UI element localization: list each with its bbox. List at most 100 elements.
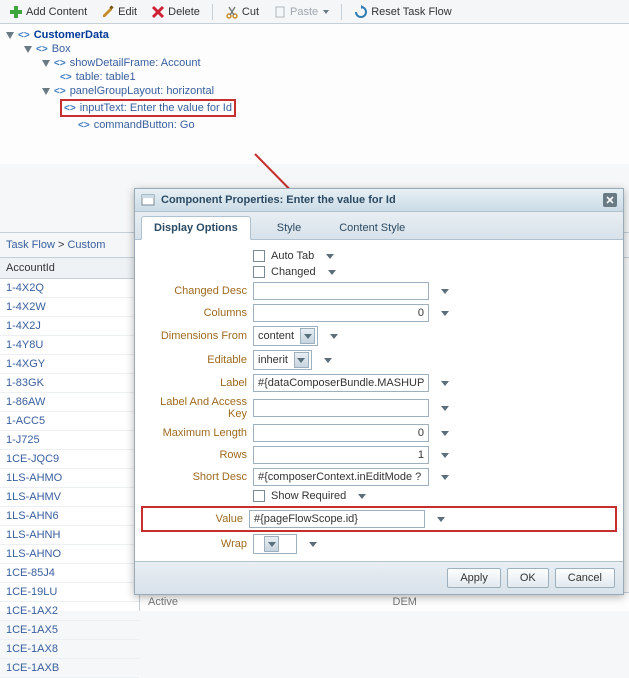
scissors-icon bbox=[225, 5, 239, 19]
table-row[interactable]: 1CE-1AX2 bbox=[0, 602, 139, 621]
dialog-titlebar[interactable]: Component Properties: Enter the value fo… bbox=[135, 189, 623, 212]
table-row[interactable]: 1CE-85J4 bbox=[0, 564, 139, 583]
expression-menu-button[interactable] bbox=[441, 289, 449, 294]
expression-menu-button[interactable] bbox=[441, 453, 449, 458]
dialog-title: Component Properties: Enter the value fo… bbox=[161, 194, 396, 206]
tree-node-showdetail[interactable]: <> showDetailFrame: Account bbox=[42, 56, 623, 70]
tree-node-pgl[interactable]: <> panelGroupLayout: horizontal bbox=[42, 84, 623, 98]
expand-icon[interactable] bbox=[42, 60, 50, 67]
tree-node-box[interactable]: <> Box bbox=[24, 42, 623, 56]
expression-menu-button[interactable] bbox=[330, 334, 338, 339]
toolbar-label: Delete bbox=[168, 6, 200, 18]
wrap-select[interactable] bbox=[253, 534, 297, 554]
expand-icon[interactable] bbox=[42, 88, 50, 95]
breadcrumb-current[interactable]: Custom bbox=[67, 239, 105, 251]
column-header[interactable]: DEM bbox=[385, 593, 629, 611]
table-row[interactable]: 1-83GK bbox=[0, 374, 139, 393]
tag-icon: <> bbox=[60, 72, 72, 83]
expression-menu-button[interactable] bbox=[324, 358, 332, 363]
close-button[interactable] bbox=[603, 193, 617, 207]
clipboard-icon bbox=[273, 5, 287, 19]
table-row[interactable]: 1LS-AHN6 bbox=[0, 507, 139, 526]
rows-input[interactable] bbox=[253, 446, 429, 464]
table-row[interactable]: 1-4XGY bbox=[0, 355, 139, 374]
tree-label[interactable]: commandButton: Go bbox=[94, 119, 195, 131]
tree-label[interactable]: inputText: Enter the value for Id bbox=[80, 102, 232, 114]
cut-button[interactable]: Cut bbox=[220, 3, 264, 21]
expand-icon[interactable] bbox=[24, 46, 32, 53]
table-row[interactable]: 1-4X2W bbox=[0, 298, 139, 317]
tree-label[interactable]: table: table1 bbox=[76, 71, 136, 83]
value-input[interactable] bbox=[249, 510, 425, 528]
label-input[interactable] bbox=[253, 374, 429, 392]
table-row[interactable]: 1-ACC5 bbox=[0, 412, 139, 431]
delete-button[interactable]: Delete bbox=[146, 3, 205, 21]
expression-menu-button[interactable] bbox=[309, 542, 317, 547]
apply-button[interactable]: Apply bbox=[447, 568, 501, 588]
checkbox-label: Changed bbox=[271, 266, 316, 278]
table-row[interactable]: 1CE-1AX8 bbox=[0, 640, 139, 659]
tree-label[interactable]: showDetailFrame: Account bbox=[70, 57, 201, 69]
tree-label[interactable]: Box bbox=[52, 43, 71, 55]
expression-menu-button[interactable] bbox=[441, 406, 449, 411]
table-row[interactable]: 1-86AW bbox=[0, 393, 139, 412]
field-label: Editable bbox=[143, 354, 253, 366]
field-label: Wrap bbox=[143, 538, 253, 550]
chevron-down-icon bbox=[294, 352, 309, 368]
max-length-input[interactable] bbox=[253, 424, 429, 442]
column-header[interactable]: Active bbox=[140, 593, 385, 611]
table-row[interactable]: 1CE-JQC9 bbox=[0, 450, 139, 469]
expression-menu-button[interactable] bbox=[328, 270, 336, 275]
changed-desc-input[interactable] bbox=[253, 282, 429, 300]
tab-content-style[interactable]: Content Style bbox=[327, 217, 417, 239]
table-row[interactable]: 1-4Y8U bbox=[0, 336, 139, 355]
changed-checkbox[interactable] bbox=[253, 266, 265, 278]
auto-tab-checkbox[interactable] bbox=[253, 250, 265, 262]
tab-display-options[interactable]: Display Options bbox=[141, 216, 251, 240]
label-access-input[interactable] bbox=[253, 399, 429, 417]
expression-menu-button[interactable] bbox=[326, 254, 334, 259]
expression-menu-button[interactable] bbox=[441, 475, 449, 480]
tree-node-cmdbutton[interactable]: <> commandButton: Go bbox=[78, 118, 623, 132]
tree-node-inputtext[interactable]: <> inputText: Enter the value for Id bbox=[60, 98, 623, 118]
ok-button[interactable]: OK bbox=[507, 568, 549, 588]
table-row[interactable]: 1CE-1AX5 bbox=[0, 621, 139, 640]
expression-menu-button[interactable] bbox=[441, 431, 449, 436]
column-header[interactable]: AccountId bbox=[0, 258, 139, 279]
expression-menu-button[interactable] bbox=[441, 311, 449, 316]
table-row[interactable]: 1-4X2J bbox=[0, 317, 139, 336]
table-row[interactable]: 1CE-1AXB bbox=[0, 659, 139, 678]
chevron-down-icon bbox=[300, 328, 315, 344]
table-row[interactable]: 1LS-AHMV bbox=[0, 488, 139, 507]
table-row[interactable]: 1-J725 bbox=[0, 431, 139, 450]
expression-menu-button[interactable] bbox=[441, 381, 449, 386]
dimensions-from-select[interactable]: content bbox=[253, 326, 318, 346]
show-required-checkbox[interactable] bbox=[253, 490, 265, 502]
columns-input[interactable] bbox=[253, 304, 429, 322]
table-row[interactable]: 1LS-AHNO bbox=[0, 545, 139, 564]
tab-style[interactable]: Style bbox=[265, 217, 313, 239]
tree-node-root[interactable]: <> CustomerData bbox=[6, 28, 623, 42]
edit-button[interactable]: Edit bbox=[96, 3, 142, 21]
properties-icon bbox=[141, 193, 155, 207]
tree-node-table[interactable]: <> table: table1 bbox=[60, 70, 623, 84]
select-value: inherit bbox=[258, 354, 288, 366]
close-icon bbox=[606, 196, 614, 204]
add-content-button[interactable]: Add Content bbox=[4, 3, 92, 21]
component-properties-dialog: Component Properties: Enter the value fo… bbox=[134, 188, 624, 595]
table-row[interactable]: 1-4X2Q bbox=[0, 279, 139, 298]
expression-menu-button[interactable] bbox=[358, 494, 366, 499]
reset-task-flow-button[interactable]: Reset Task Flow bbox=[349, 3, 457, 21]
field-label: Columns bbox=[143, 307, 253, 319]
short-desc-input[interactable] bbox=[253, 468, 429, 486]
table-row[interactable]: 1LS-AHMO bbox=[0, 469, 139, 488]
editable-select[interactable]: inherit bbox=[253, 350, 312, 370]
expand-icon[interactable] bbox=[6, 32, 14, 39]
tree-label[interactable]: panelGroupLayout: horizontal bbox=[70, 85, 214, 97]
cancel-button[interactable]: Cancel bbox=[555, 568, 615, 588]
expression-menu-button[interactable] bbox=[437, 517, 445, 522]
pencil-icon bbox=[101, 5, 115, 19]
table-row[interactable]: 1LS-AHNH bbox=[0, 526, 139, 545]
table-row[interactable]: 1CE-19LU bbox=[0, 583, 139, 602]
breadcrumb-link[interactable]: Task Flow bbox=[6, 239, 55, 251]
